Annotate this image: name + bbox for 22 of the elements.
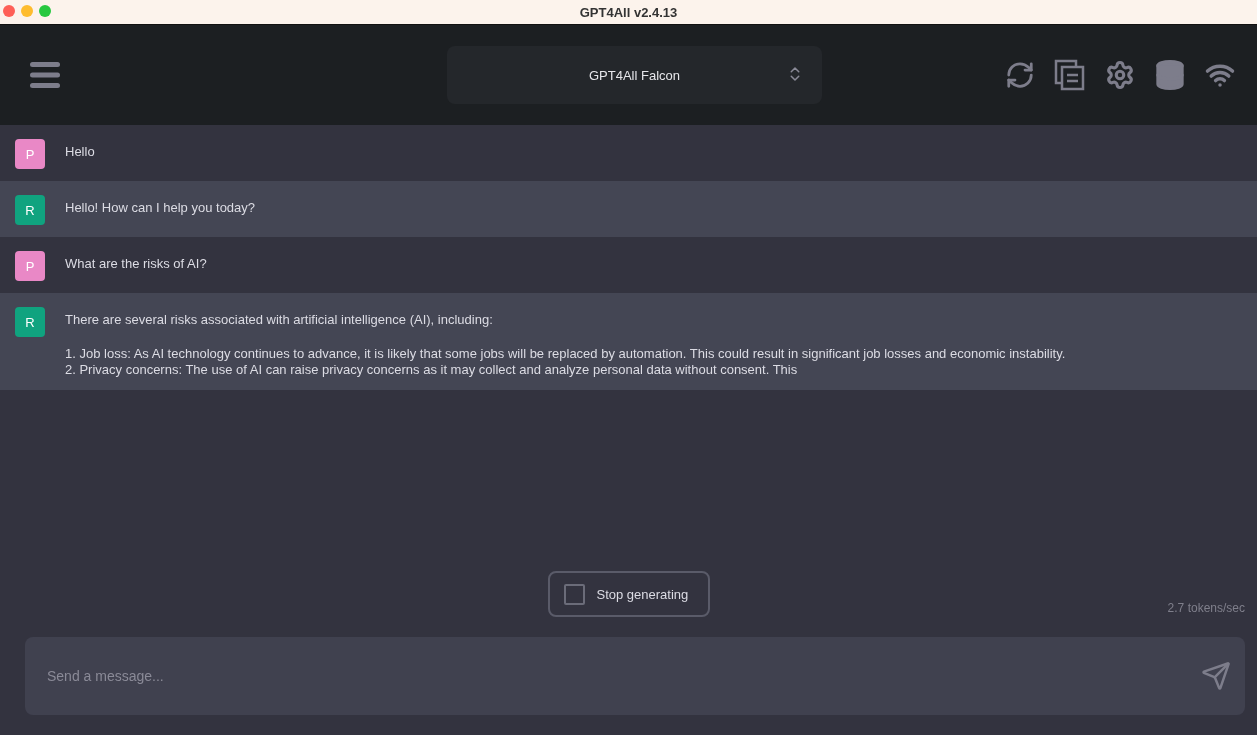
- message-text: What are the risks of AI?: [65, 256, 207, 272]
- copy-button[interactable]: [1053, 58, 1087, 92]
- model-selector[interactable]: GPT4All Falcon: [447, 46, 822, 104]
- window-title: GPT4All v2.4.13: [579, 4, 678, 20]
- message-text: There are several risks associated with artificial intelligence (AI), including:: [65, 312, 494, 328]
- database-button[interactable]: [1153, 58, 1187, 92]
- stop-icon: [563, 583, 585, 605]
- send-button[interactable]: [1201, 661, 1231, 691]
- avatar: R: [15, 195, 45, 225]
- stop-generating-button[interactable]: Stop generating: [547, 571, 710, 617]
- minimize-dot[interactable]: [21, 5, 33, 17]
- avatar: R: [15, 307, 45, 337]
- tokens-speed: 2.7 tokens/sec: [1167, 601, 1245, 615]
- close-dot[interactable]: [3, 5, 15, 17]
- message-text: Hello: [65, 144, 95, 160]
- message-text: Hello! How can I help you today?: [65, 200, 256, 216]
- message-input[interactable]: Send a message...: [45, 667, 1201, 685]
- menu-icon[interactable]: [30, 60, 60, 90]
- message-text: 1. Job loss: As AI technology continues to advance, it is likely that some jobs will be replaced by automation. This could result in significant job losses and economic instability. 2. Privacy concerns: The use of AI can raise privacy concerns as it may collect and analyze personal data without consent. This: [65, 346, 1066, 378]
- zoom-dot[interactable]: [39, 5, 51, 17]
- avatar: P: [15, 139, 45, 169]
- avatar: P: [15, 251, 45, 281]
